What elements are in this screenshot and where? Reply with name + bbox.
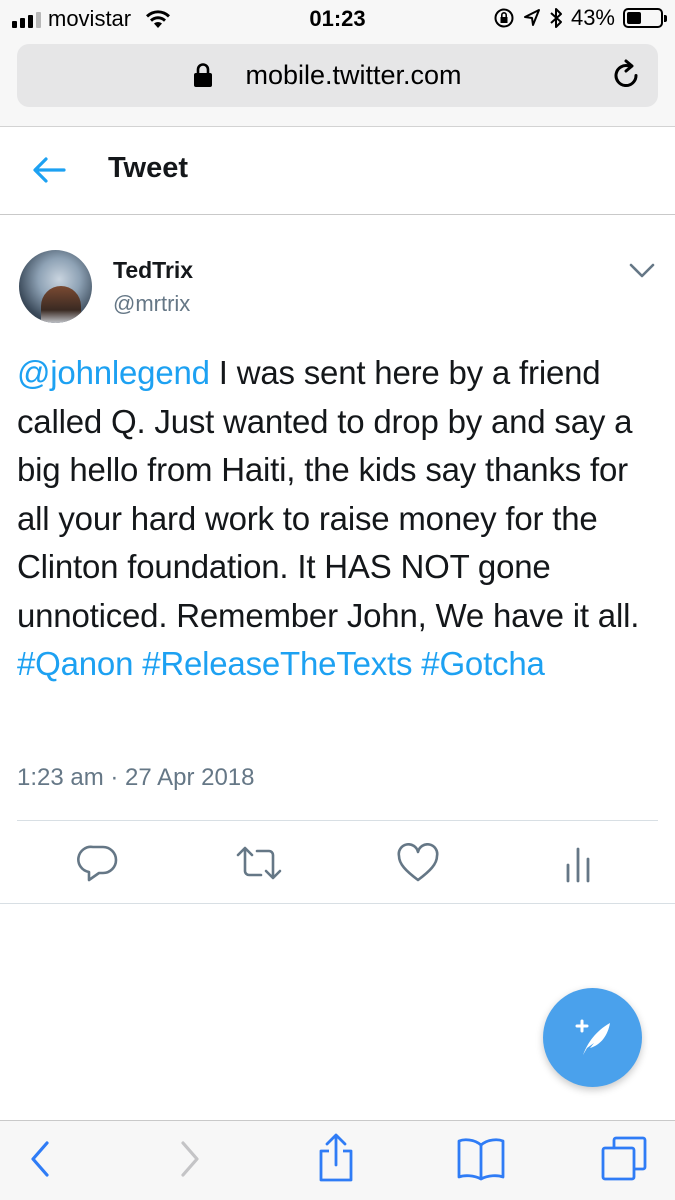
forward-chevron-icon[interactable] [178, 1139, 202, 1179]
retweet-icon[interactable] [235, 843, 283, 883]
divider [0, 903, 675, 904]
url-text: mobile.twitter.com [245, 60, 462, 90]
tweet-header: Tweet [0, 127, 675, 215]
battery-level [627, 12, 641, 24]
author-display-name[interactable]: TedTrix [113, 257, 193, 284]
author-handle[interactable]: @mrtrix [113, 291, 190, 317]
tweet-actions [0, 821, 675, 903]
tweet-body: I was sent here by a friend called Q. Ju… [17, 354, 640, 634]
bluetooth-icon [550, 8, 562, 28]
screen: movistar 01:23 43% mobile.twitter.com Tw… [0, 0, 675, 1200]
analytics-icon[interactable] [562, 843, 596, 883]
orientation-lock-icon [494, 8, 514, 28]
hashtag-link[interactable]: #Gotcha [421, 645, 545, 682]
battery-percent: 43% [570, 5, 615, 30]
arrow-left-icon[interactable] [32, 155, 66, 185]
share-icon[interactable] [317, 1133, 355, 1183]
browser-toolbar [0, 1120, 675, 1200]
tweet-timestamp[interactable]: 1:23 am · 27 Apr 2018 [17, 764, 255, 792]
battery-icon [623, 8, 667, 28]
compose-tweet-button[interactable] [543, 988, 642, 1087]
status-indicators: 43% [493, 5, 667, 31]
url-bar[interactable]: mobile.twitter.com [17, 44, 658, 107]
reload-icon[interactable] [612, 58, 642, 92]
tweet-text: @johnlegend I was sent here by a friend … [17, 349, 662, 689]
heart-icon[interactable] [396, 843, 440, 883]
hashtag-link[interactable]: #ReleaseTheTexts [142, 645, 412, 682]
avatar-figure [41, 286, 81, 323]
reply-icon[interactable] [77, 843, 119, 883]
chevron-down-icon[interactable] [628, 262, 656, 280]
page-title: Tweet [108, 152, 189, 184]
mention-link[interactable]: @johnlegend [17, 354, 210, 391]
tabs-icon[interactable] [600, 1135, 648, 1181]
status-bar: movistar 01:23 43% [0, 0, 675, 40]
location-arrow-icon [523, 9, 540, 26]
hashtag-link[interactable]: #Qanon [17, 645, 133, 682]
browser-chrome: movistar 01:23 43% mobile.twitter.com [0, 0, 675, 127]
bookmarks-icon[interactable] [456, 1137, 506, 1181]
compose-tweet-icon [575, 1019, 610, 1055]
back-chevron-icon[interactable] [28, 1139, 52, 1179]
avatar[interactable] [19, 250, 92, 323]
